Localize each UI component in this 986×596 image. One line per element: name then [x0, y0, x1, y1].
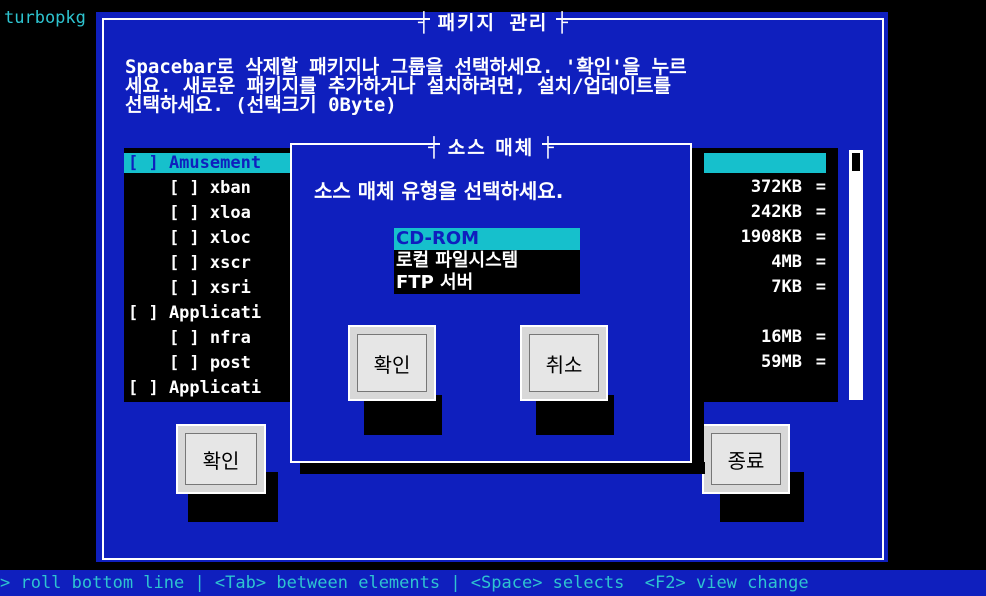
row-label: [ ] post [128, 353, 251, 373]
source-type-list[interactable]: CD-ROM 로컬 파일시스템 FTP 서버 [394, 228, 580, 294]
row-label: [ ] xscr [128, 253, 251, 273]
list-item[interactable]: [ ] Applicati [128, 302, 261, 324]
list-item[interactable]: [ ] Amusement [128, 152, 261, 174]
ok-button-label: 확인 [185, 433, 257, 485]
row-sep: = [815, 277, 826, 297]
row-label: [ ] nfra [128, 328, 251, 348]
status-bar: > roll bottom line | <Tab> between eleme… [0, 570, 986, 596]
row-label: [ ] xsri [128, 278, 251, 298]
source-option-local-fs[interactable]: 로컬 파일시스템 [394, 250, 580, 272]
dialog-title-text: 소스 매체 [439, 137, 543, 159]
list-item[interactable]: [ ] Applicati [128, 377, 261, 399]
list-item[interactable]: [ ] xloa [128, 202, 251, 224]
dialog-prompt: 소스 매체 유형을 선택하세요. [314, 179, 564, 203]
dialog-shadow [300, 462, 705, 474]
scroll-thumb[interactable] [852, 153, 860, 171]
row-sep: = [815, 227, 826, 247]
instructions-text: Spacebar로 삭제할 패키지나 그룹을 선택하세요. '확인'을 누르 세… [125, 56, 687, 116]
row-size: 59MB [761, 352, 802, 372]
row-sep: = [815, 327, 826, 347]
dialog-ok-label: 확인 [357, 334, 427, 392]
row-label: [ ] Amusement [128, 153, 262, 173]
row-sep: = [815, 202, 826, 222]
row-sep: = [815, 252, 826, 272]
source-option-cdrom[interactable]: CD-ROM [394, 228, 580, 250]
row-size: 7KB [771, 277, 802, 297]
ok-button[interactable]: 확인 [176, 424, 266, 494]
row-label: [ ] xloc [128, 228, 251, 248]
dialog-title: ┤ 소스 매체 ├ [428, 137, 554, 159]
exit-button-label: 종료 [711, 433, 781, 485]
row-sep: = [815, 352, 826, 372]
list-item[interactable]: [ ] xban [128, 177, 251, 199]
row-label: [ ] xloa [128, 203, 251, 223]
dialog-shadow [692, 152, 704, 472]
row-size: 1908KB [740, 227, 802, 247]
size-column: 372KB = 242KB = 1908KB = 4MB = 7KB = 16M… [690, 177, 830, 397]
row-label: [ ] Applicati [128, 378, 262, 398]
dialog-ok-button[interactable]: 확인 [348, 325, 436, 401]
row-label: [ ] xban [128, 178, 251, 198]
list-item[interactable]: [ ] xsri [128, 277, 251, 299]
row-sep: = [815, 177, 826, 197]
button-shadow [364, 395, 442, 435]
row-label: [ ] Applicati [128, 303, 262, 323]
source-option-ftp[interactable]: FTP 서버 [394, 272, 580, 294]
row-size: 16MB [761, 327, 802, 347]
row-size: 4MB [771, 252, 802, 272]
list-scrollbar[interactable] [849, 150, 863, 400]
row-size: 372KB [750, 177, 802, 197]
exit-button[interactable]: 종료 [702, 424, 790, 494]
dialog-cancel-button[interactable]: 취소 [520, 325, 608, 401]
source-media-dialog: ┤ 소스 매체 ├ 소스 매체 유형을 선택하세요. CD-ROM 로컬 파일시스템… [290, 137, 692, 463]
app-label: turbopkg [4, 8, 86, 28]
list-item[interactable]: [ ] xloc [128, 227, 251, 249]
button-shadow [536, 395, 614, 435]
list-item[interactable]: [ ] xscr [128, 252, 251, 274]
dialog-cancel-label: 취소 [529, 334, 599, 392]
list-item[interactable]: [ ] nfra [128, 327, 251, 349]
row-size: 242KB [750, 202, 802, 222]
list-item[interactable]: [ ] post [128, 352, 251, 374]
